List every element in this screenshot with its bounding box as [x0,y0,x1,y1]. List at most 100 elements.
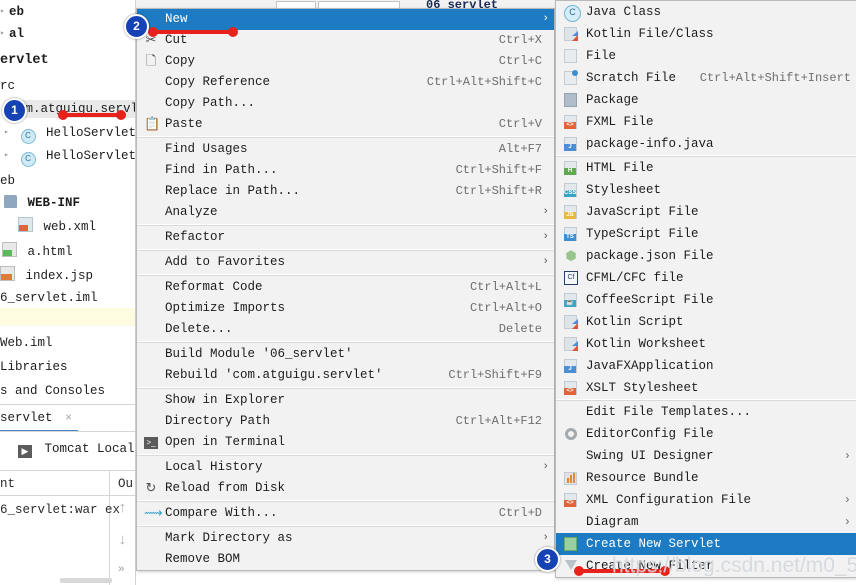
menu-item-remove-bom[interactable]: Remove BOM [137,549,554,570]
annotation-badge-1: 1 [2,98,27,123]
submenu-item-diagram[interactable]: Diagram › [556,511,856,533]
submenu-item-editorconfig-file[interactable]: EditorConfig File [556,423,856,445]
column-header-right: Ou [118,477,134,491]
context-menu[interactable]: New › ✂ Cut Ctrl+X 🗋 Copy Ctrl+C Copy Re… [136,8,555,571]
menu-item-new[interactable]: New › [137,9,554,30]
menu-item-compare-with[interactable]: ⟿ Compare With... Ctrl+D [137,503,554,524]
submenu-item-package-json-file[interactable]: ⬢ package.json File [556,245,856,267]
menu-item-find-in-path[interactable]: Find in Path... Ctrl+Shift+F [137,160,554,181]
submenu-item-cfml-cfc-file[interactable]: Cf CFML/CFC file [556,267,856,289]
submenu-item-kotlin-file-class[interactable]: Kotlin File/Class [556,23,856,45]
tree-row[interactable]: web.xml [18,217,96,237]
submenu-item-file[interactable]: File [556,45,856,67]
menu-item-paste[interactable]: 📋 Paste Ctrl+V [137,114,554,135]
tree-row[interactable]: ▸ C HelloServlet2 [4,146,144,168]
tree-row[interactable]: rc [0,76,15,96]
new-submenu[interactable]: C Java Class Kotlin File/Class File Scra… [555,0,856,578]
submenu-item-typescript-file[interactable]: TS TypeScript File [556,223,856,245]
tree-row[interactable]: a.html [2,242,73,262]
submenu-item-stylesheet[interactable]: CSS Stylesheet [556,179,856,201]
menu-item-rebuild[interactable]: Rebuild 'com.atguigu.servlet' Ctrl+Shift… [137,365,554,386]
menu-item-mark-directory-as[interactable]: Mark Directory as › [137,528,554,549]
submenu-item-package[interactable]: Package [556,89,856,111]
menu-item-delete[interactable]: Delete... Delete [137,319,554,340]
submenu-item-create-new-servlet[interactable]: Create New Servlet [556,533,856,555]
run-icon[interactable]: ▶ [18,445,32,458]
tree-row[interactable]: Libraries [0,357,68,377]
tree-row[interactable]: ▸ eb [0,2,24,22]
menu-item-reformat-code[interactable]: Reformat Code Ctrl+Alt+L [137,277,554,298]
tree-row-label: s and Consoles [0,384,106,398]
move-up-icon[interactable]: ↑ [118,500,127,517]
menu-item-find-usages[interactable]: Find Usages Alt+F7 [137,139,554,160]
submenu-item-xslt-stylesheet[interactable]: <> XSLT Stylesheet [556,377,856,399]
menu-item-analyze[interactable]: Analyze › [137,202,554,223]
menu-item-show-in-explorer[interactable]: Show in Explorer [137,390,554,411]
submenu-item-label: Resource Bundle [586,471,699,485]
menu-item-directory-path[interactable]: Directory Path Ctrl+Alt+F12 [137,411,554,432]
menu-item-copy-path[interactable]: Copy Path... [137,93,554,114]
move-down-icon[interactable]: ↓ [118,532,127,549]
tree-row[interactable]: ervlet [0,51,49,71]
submenu-item-coffeescript-file[interactable]: ☕ CoffeeScript File [556,289,856,311]
menu-item-copy[interactable]: 🗋 Copy Ctrl+C [137,51,554,72]
menu-item-reload-from-disk[interactable]: ↻ Reload from Disk [137,478,554,499]
menu-item-label: Find Usages [165,142,248,156]
submenu-item-resource-bundle[interactable]: Resource Bundle [556,467,856,489]
menu-item-label: Analyze [165,205,218,219]
menu-item-add-to-favorites[interactable]: Add to Favorites › [137,252,554,273]
submenu-item-kotlin-script[interactable]: Kotlin Script [556,311,856,333]
expand-arrow-icon[interactable]: ▸ [0,2,9,22]
submenu-item-edit-file-templates[interactable]: Edit File Templates... [556,401,856,423]
submenu-item-java-class[interactable]: C Java Class [556,1,856,23]
folder-icon [4,195,17,209]
tree-row[interactable]: WEB-INF [4,193,80,213]
submenu-item-kotlin-worksheet[interactable]: Kotlin Worksheet [556,333,856,355]
menu-item-build-module[interactable]: Build Module '06_servlet' [137,344,554,365]
submenu-item-scratch-file[interactable]: Scratch File Ctrl+Alt+Shift+Insert [556,67,856,89]
expand-arrow-icon[interactable]: ▸ [0,24,9,44]
menu-item-optimize-imports[interactable]: Optimize Imports Ctrl+Alt+O [137,298,554,319]
java-class-icon: C [20,152,36,168]
tree-row[interactable]: eb [0,171,15,191]
submenu-chevron-icon: › [542,256,549,268]
screenshot-root: ▸ eb ▸ al ervlet rc om.atguigu.servl ▸ C H… [0,0,856,585]
html-file-icon [2,242,17,258]
menu-item-local-history[interactable]: Local History › [137,457,554,478]
expand-arrow-icon[interactable]: ▸ [4,146,13,166]
tree-row-label: index.jsp [25,269,94,283]
html-file-icon: H [564,161,579,176]
horizontal-scrollbar[interactable] [60,578,112,583]
menu-item-refactor[interactable]: Refactor › [137,227,554,248]
submenu-item-fxml-file[interactable]: <> FXML File [556,111,856,133]
expand-arrow-icon[interactable]: ▸ [4,123,13,143]
tree-row[interactable]: ▸ C HelloServlet [4,123,136,145]
submenu-item-swing-ui-designer[interactable]: Swing UI Designer › [556,445,856,467]
menu-separator [137,387,554,389]
tree-row[interactable]: 6_servlet.iml [0,288,98,308]
run-configuration-row[interactable]: ▶ Tomcat Localho [18,437,150,461]
tree-row-label: eb [9,5,25,19]
submenu-item-label: Java Class [586,5,662,19]
menu-item-replace-in-path[interactable]: Replace in Path... Ctrl+Shift+R [137,181,554,202]
tree-row[interactable]: s and Consoles [0,381,105,401]
menu-item-copy-reference[interactable]: Copy Reference Ctrl+Alt+Shift+C [137,72,554,93]
tree-row[interactable]: Web.iml [0,333,53,353]
menu-item-open-in-terminal[interactable]: >_ Open in Terminal [137,432,554,453]
submenu-item-javafx-application[interactable]: J JavaFXApplication [556,355,856,377]
menu-separator [137,341,554,343]
submenu-item-package-info-java[interactable]: J package-info.java [556,133,856,155]
tree-row[interactable]: index.jsp [0,266,93,286]
submenu-item-xml-configuration-file[interactable]: <> XML Configuration File › [556,489,856,511]
submenu-item-html-file[interactable]: H HTML File [556,157,856,179]
tree-row[interactable]: ▸ al [0,24,24,44]
menu-item-accel: Ctrl+Shift+F9 [448,368,542,382]
servlet-icon [564,537,579,552]
run-tab[interactable]: servlet × [0,406,72,430]
artifact-row[interactable]: 6_servlet:war ex [0,500,120,520]
watermark-text: https://blog.csdn.net/m0_51821472 [612,554,856,577]
expand-more-icon[interactable]: » [118,564,125,576]
close-icon[interactable]: × [65,411,72,425]
submenu-item-javascript-file[interactable]: JS JavaScript File [556,201,856,223]
annotation-line-1 [62,113,122,117]
